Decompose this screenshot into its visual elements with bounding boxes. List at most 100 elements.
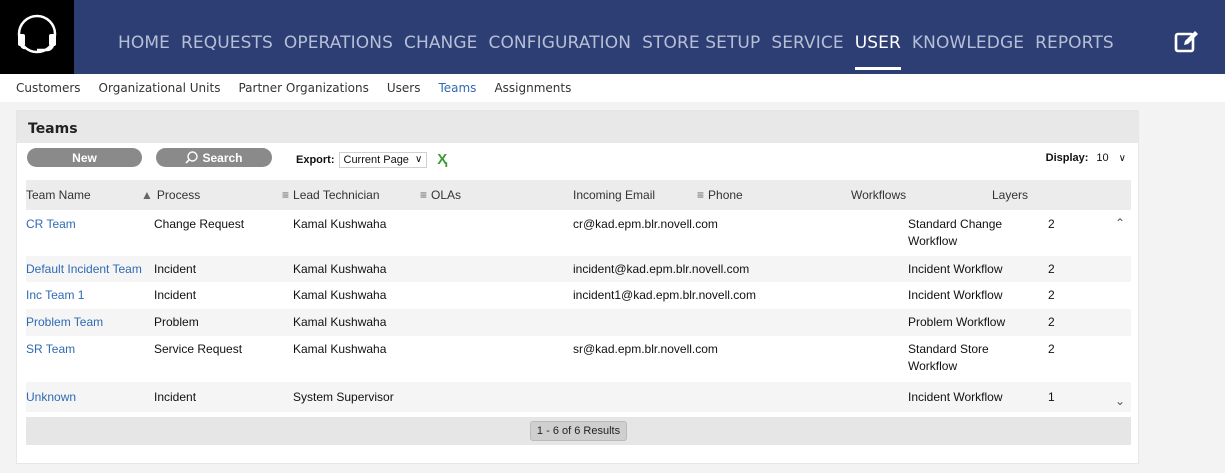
header-layers[interactable]: Layers [992,188,1028,202]
export-control: Export: Current Page ∨ Ҳ [296,151,447,168]
team-name-link[interactable]: CR Team [26,216,76,233]
teams-panel: Teams New Search Export: Current Page ∨ … [16,110,1139,464]
workflow-cell: Incident Workflow [908,288,1003,302]
workflow-cell: Incident Workflow [908,262,1003,276]
workflow-cell: Problem Workflow [908,315,1006,329]
layers-cell: 2 [1048,288,1055,302]
search-button-label: Search [202,150,243,165]
process-cell: Incident [154,262,197,276]
scroll-up-icon[interactable]: ⌃ [1115,216,1125,230]
top-navigation-bar: HOME REQUESTS OPERATIONS CHANGE CONFIGUR… [0,0,1225,74]
layers-cell: 1 [1048,390,1055,404]
nav-operations[interactable]: OPERATIONS [284,33,393,53]
headset-logo-icon[interactable] [0,0,74,74]
nav-knowledge[interactable]: KNOWLEDGE [912,33,1024,53]
email-cell: cr@kad.epm.blr.novell.com [573,217,718,231]
lead-cell: Kamal Kushwaha [293,342,387,356]
workflow-cell: Incident Workflow [908,390,1003,404]
search-button[interactable]: Search [156,148,272,167]
process-cell: Change Request [154,217,245,231]
table-header: Team Name ▲ Process ≡ Lead Technician ≡ OLA… [26,180,1131,210]
table-body: CR Team Change Request Kamal Kushwaha cr… [26,210,1131,412]
process-cell: Service Request [154,342,243,356]
column-menu-icon: ≡ [697,188,705,202]
header-process-label: Process [156,188,201,202]
header-workflows[interactable]: Workflows [851,188,906,202]
workflow-cell: Standard Change Workflow [908,217,1003,248]
chevron-down-icon: ∨ [414,154,423,165]
export-select-value: Current Page [343,153,409,166]
column-menu-icon: ≡ [420,188,428,202]
header-olas-label: OLAs [431,188,462,202]
nav-reports[interactable]: REPORTS [1035,33,1114,53]
layers-cell: 2 [1048,315,1055,329]
new-button-label: New [72,150,97,165]
nav-store-setup[interactable]: STORE SETUP [642,33,760,53]
process-cell: Incident [154,390,197,404]
export-label: Export: [296,153,335,166]
excel-export-icon[interactable]: Ҳ [437,151,447,168]
email-cell: incident@kad.epm.blr.novell.com [573,262,750,276]
layers-cell: 2 [1048,342,1055,356]
results-count: 1 - 6 of 6 Results [529,421,628,441]
header-olas[interactable]: ≡ OLAs [420,188,461,202]
table-row[interactable]: Problem Team Problem Kamal Kushwaha Prob… [26,309,1131,336]
process-cell: Problem [154,315,199,329]
subnav-users[interactable]: Users [387,81,421,95]
lead-cell: Kamal Kushwaha [293,288,387,302]
panel-title: Teams [17,111,1138,143]
workflow-cell: Standard Store Workflow [908,342,989,373]
edit-icon[interactable] [1174,29,1200,55]
table-row[interactable]: SR Team Service Request Kamal Kushwaha s… [26,336,1131,382]
team-name-link[interactable]: Unknown [26,389,76,406]
email-cell: sr@kad.epm.blr.novell.com [573,342,718,356]
table-row[interactable]: Default Incident Team Incident Kamal Kus… [26,256,1131,282]
layers-cell: 2 [1048,262,1055,276]
column-menu-icon: ≡ [282,188,290,202]
nav-user[interactable]: USER [854,33,902,70]
table-row[interactable]: Inc Team 1 Incident Kamal Kushwaha incid… [26,282,1131,309]
header-team-name[interactable]: Team Name [26,188,91,202]
team-name-link[interactable]: Problem Team [26,314,103,331]
header-lead-technician[interactable]: ≡ Lead Technician [282,188,380,202]
scroll-down-icon[interactable]: ⌄ [1115,394,1125,408]
new-button[interactable]: New [27,148,142,167]
nav-service[interactable]: SERVICE [771,33,843,53]
subnav-customers[interactable]: Customers [16,81,81,95]
main-nav: HOME REQUESTS OPERATIONS CHANGE CONFIGUR… [118,33,1125,70]
subnav-organizational-units[interactable]: Organizational Units [99,81,221,95]
lead-cell: System Supervisor [293,390,394,404]
process-cell: Incident [154,288,197,302]
display-select[interactable]: 10 ∨ [1092,151,1130,165]
team-name-link[interactable]: Inc Team 1 [26,287,84,304]
subnav-teams[interactable]: Teams [438,81,476,95]
header-phone[interactable]: ≡ Phone [697,188,743,202]
nav-home[interactable]: HOME [118,33,170,53]
search-icon [185,151,199,164]
display-label: Display: [1045,152,1089,164]
layers-cell: 2 [1048,217,1055,231]
lead-cell: Kamal Kushwaha [293,262,387,276]
display-control: Display: 10 ∨ [1046,151,1130,165]
email-cell: incident1@kad.epm.blr.novell.com [573,288,756,302]
subnav-assignments[interactable]: Assignments [494,81,571,95]
team-name-link[interactable]: SR Team [26,341,75,358]
header-incoming-email[interactable]: Incoming Email [573,188,655,202]
lead-cell: Kamal Kushwaha [293,315,387,329]
header-lead-label: Lead Technician [293,188,380,202]
team-name-link[interactable]: Default Incident Team [26,261,142,278]
chevron-down-icon: ∨ [1118,152,1126,164]
nav-change[interactable]: CHANGE [404,33,478,53]
header-process[interactable]: ▲ Process [141,188,200,202]
lead-cell: Kamal Kushwaha [293,217,387,231]
display-select-value: 10 [1096,152,1109,164]
sort-ascending-icon: ▲ [141,188,153,202]
export-select[interactable]: Current Page ∨ [338,151,428,168]
table-row[interactable]: Unknown Incident System Supervisor Incid… [26,382,1131,412]
subnav-partner-organizations[interactable]: Partner Organizations [238,81,368,95]
nav-configuration[interactable]: CONFIGURATION [488,33,631,53]
sub-navigation: Customers Organizational Units Partner O… [0,74,1225,102]
header-phone-label: Phone [708,188,743,202]
nav-requests[interactable]: REQUESTS [181,33,273,53]
table-row[interactable]: CR Team Change Request Kamal Kushwaha cr… [26,210,1131,256]
